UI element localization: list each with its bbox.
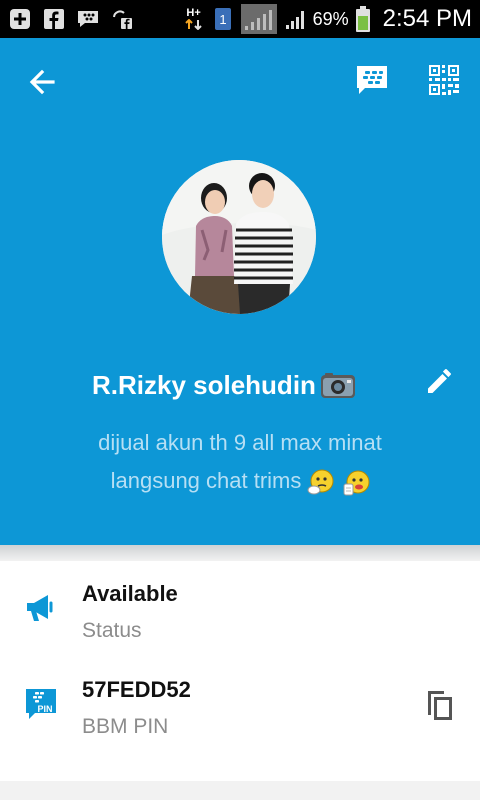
pencil-icon bbox=[428, 369, 451, 393]
personal-message-line2-text: langsung chat trims bbox=[110, 468, 302, 493]
svg-text:1: 1 bbox=[219, 12, 226, 27]
copy-icon bbox=[428, 691, 452, 720]
profile-details-card: Available Status PIN 57FEDD52 BBM PIN bbox=[0, 561, 480, 781]
arrow-left-icon bbox=[29, 69, 55, 95]
copy-pin-button[interactable] bbox=[422, 687, 458, 723]
profile-photo bbox=[162, 160, 316, 314]
status-bar: H+ 1 69% 2:54 PM bbox=[0, 0, 480, 38]
pin-label: BBM PIN bbox=[82, 715, 169, 738]
sim-icon: 1 bbox=[211, 7, 235, 31]
data-arrows-icon: H+ bbox=[183, 7, 205, 31]
display-name: R.Rizky solehudin bbox=[92, 368, 356, 402]
header-shadow bbox=[0, 545, 480, 561]
thinking-emoji-icon bbox=[307, 468, 335, 496]
profile-header: R.Rizky solehudin dijual akun th 9 all m… bbox=[0, 38, 480, 545]
pin-value: 57FEDD52 bbox=[82, 677, 191, 702]
signal-icon bbox=[240, 4, 277, 34]
avatar[interactable] bbox=[162, 160, 316, 314]
display-name-text: R.Rizky solehudin bbox=[92, 369, 316, 400]
bbm-pin-icon: PIN bbox=[24, 687, 58, 721]
qr-code-icon bbox=[429, 65, 459, 95]
sync-facebook-icon bbox=[110, 7, 134, 31]
personal-message: dijual akun th 9 all max minat langsung … bbox=[40, 424, 440, 500]
camera-icon bbox=[320, 371, 356, 399]
availability-row[interactable]: Available Status bbox=[0, 567, 480, 663]
availability-value: Available bbox=[82, 581, 178, 606]
bbm-chat-icon bbox=[76, 7, 100, 31]
pin-row[interactable]: PIN 57FEDD52 BBM PIN bbox=[0, 663, 480, 759]
availability-label: Status bbox=[82, 619, 142, 642]
signal-icon bbox=[283, 7, 307, 31]
back-button[interactable] bbox=[22, 62, 62, 102]
battery-icon bbox=[355, 6, 371, 32]
personal-message-line1: dijual akun th 9 all max minat bbox=[98, 430, 382, 455]
personal-message-line2: langsung chat trims bbox=[40, 462, 440, 500]
facebook-icon bbox=[42, 7, 66, 31]
qr-code-button[interactable] bbox=[424, 60, 464, 100]
bbm-chat-icon bbox=[357, 66, 387, 94]
clock: 2:54 PM bbox=[382, 5, 472, 32]
megaphone-icon bbox=[24, 591, 58, 625]
battery-percentage: 69% bbox=[312, 8, 349, 29]
svg-text:PIN: PIN bbox=[37, 704, 52, 714]
edit-profile-button[interactable] bbox=[422, 362, 458, 398]
bbm-chat-button[interactable] bbox=[352, 60, 392, 100]
sick-emoji-icon bbox=[341, 468, 370, 496]
add-box-icon bbox=[8, 7, 32, 31]
bottom-background bbox=[0, 781, 480, 800]
